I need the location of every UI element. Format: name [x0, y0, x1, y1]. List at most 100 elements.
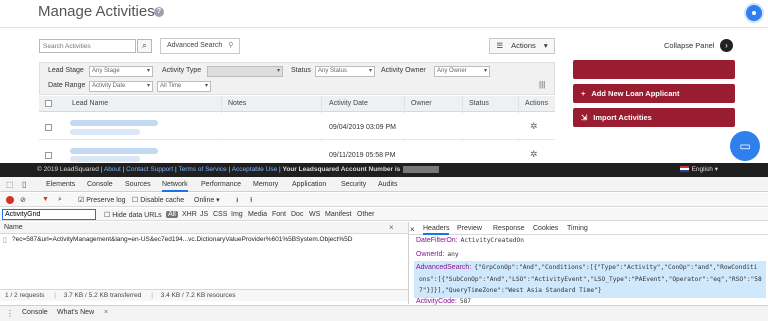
- table-row[interactable]: [39, 113, 555, 140]
- transferred-size: 3.7 KB / 5.2 KB transferred: [63, 292, 142, 299]
- tab-performance[interactable]: Performance: [201, 181, 241, 188]
- tab-preview[interactable]: Preview: [457, 225, 482, 232]
- activity-owner-select[interactable]: Any Owner: [434, 66, 490, 77]
- about-link[interactable]: About: [104, 166, 121, 173]
- inspect-icon[interactable]: ⬚: [6, 180, 14, 189]
- record-icon[interactable]: [6, 196, 14, 204]
- type-filter-other[interactable]: Other: [357, 211, 375, 218]
- activity-type-select[interactable]: [207, 66, 283, 77]
- lead-subtext: [70, 156, 140, 162]
- clear-icon[interactable]: ⊘: [20, 196, 26, 204]
- tab-headers[interactable]: Headers: [423, 225, 450, 235]
- tab-security[interactable]: Security: [341, 181, 366, 188]
- collapse-panel-label[interactable]: Collapse Panel: [664, 41, 714, 50]
- type-filter-xhr[interactable]: XHR: [182, 211, 197, 218]
- import-activities-button[interactable]: ⇲ Import Activities: [573, 108, 735, 127]
- col-activity-date[interactable]: Activity Date: [329, 100, 368, 107]
- right-panel-button[interactable]: [573, 60, 735, 79]
- import-icon: ⇲: [581, 113, 588, 122]
- close-icon[interactable]: ×: [389, 223, 394, 232]
- form-data-row: 7"}]}],"QueryTimeZone":"West Asia Standa…: [416, 287, 602, 294]
- import-har-icon[interactable]: ⭳: [236, 196, 238, 207]
- date-period-select[interactable]: All Time: [157, 81, 211, 92]
- drawer-menu-icon[interactable]: ⋮: [6, 309, 14, 318]
- actions-dropdown[interactable]: ☰ Actions ▾: [489, 38, 555, 54]
- tab-sources[interactable]: Sources: [125, 181, 151, 188]
- search-icon[interactable]: ⌕: [58, 196, 62, 204]
- tab-audits[interactable]: Audits: [378, 181, 397, 188]
- request-name[interactable]: ?ec=587&url=ActivityManagement&lang=en-U…: [12, 236, 352, 243]
- terms-link[interactable]: Terms of Service: [178, 166, 226, 173]
- form-key: DateFilterOn:: [416, 237, 458, 244]
- gear-icon[interactable]: ✲: [530, 149, 538, 160]
- activity-owner-label: Activity Owner: [381, 67, 426, 74]
- type-filter-js[interactable]: JS: [200, 211, 208, 218]
- disable-cache-checkbox[interactable]: ☐ Disable cache: [132, 196, 184, 204]
- select-all-checkbox[interactable]: [45, 100, 52, 107]
- type-filter-img[interactable]: Img: [231, 211, 243, 218]
- search-icon[interactable]: ⌕: [137, 39, 152, 53]
- advanced-search-button[interactable]: Advanced Search ⚲: [160, 38, 240, 54]
- chevron-right-icon[interactable]: ›: [720, 39, 733, 52]
- column-settings-icon[interactable]: |||: [539, 80, 545, 89]
- form-value: 587: [459, 298, 472, 305]
- type-filter-manifest[interactable]: Manifest: [325, 211, 351, 218]
- col-lead-name[interactable]: Lead Name: [72, 100, 108, 107]
- lead-stage-select[interactable]: Any Stage: [89, 66, 153, 77]
- status-select[interactable]: Any Status: [315, 66, 375, 77]
- tab-network[interactable]: Network: [162, 181, 188, 192]
- lead-name-link[interactable]: [70, 120, 158, 126]
- gear-icon[interactable]: ✲: [530, 121, 538, 132]
- form-data-row: AdvancedSearch: {"GrpConOp":"And","Condit…: [416, 264, 757, 271]
- activity-date-cell: 09/11/2019 05:58 PM: [329, 152, 396, 159]
- network-filter-input[interactable]: [2, 209, 96, 220]
- type-filter-doc[interactable]: Doc: [291, 211, 303, 218]
- close-detail-icon[interactable]: ×: [410, 225, 415, 234]
- form-key: AdvancedSearch:: [416, 264, 472, 271]
- language-label: English: [691, 166, 713, 173]
- add-loan-applicant-button[interactable]: + Add New Loan Applicant: [573, 84, 735, 103]
- drawer-tab-whats-new[interactable]: What's New: [57, 309, 94, 316]
- preserve-log-label: Preserve log: [86, 197, 126, 204]
- language-selector[interactable]: English ▾: [679, 163, 718, 177]
- lead-name-link[interactable]: [70, 148, 158, 154]
- close-drawer-icon[interactable]: ×: [104, 309, 108, 316]
- col-owner[interactable]: Owner: [411, 100, 432, 107]
- col-notes[interactable]: Notes: [228, 100, 246, 107]
- type-filter-media[interactable]: Media: [248, 211, 267, 218]
- row-checkbox[interactable]: [45, 124, 52, 131]
- hide-data-urls-checkbox[interactable]: ☐ Hide data URLs: [104, 211, 162, 219]
- help-icon[interactable]: ?: [154, 7, 164, 17]
- tab-cookies[interactable]: Cookies: [533, 225, 558, 232]
- date-range-select[interactable]: Activity Date: [89, 81, 153, 92]
- row-checkbox[interactable]: [45, 152, 52, 159]
- tab-response[interactable]: Response: [493, 225, 525, 232]
- device-toolbar-icon[interactable]: ▯: [22, 180, 26, 189]
- header-divider: [0, 27, 768, 28]
- tab-elements[interactable]: Elements: [46, 181, 75, 188]
- chat-icon[interactable]: ▭: [730, 131, 760, 161]
- search-activities-input[interactable]: [39, 39, 136, 53]
- col-status[interactable]: Status: [469, 100, 489, 107]
- throttle-select[interactable]: Online ▾: [194, 196, 220, 204]
- tab-console[interactable]: Console: [87, 181, 113, 188]
- profile-avatar-icon[interactable]: [744, 3, 764, 23]
- preserve-log-checkbox[interactable]: ☑ Preserve log: [78, 196, 126, 204]
- account-number-masked: [403, 165, 440, 173]
- filter-icon[interactable]: ▼: [42, 196, 49, 203]
- type-filter-ws[interactable]: WS: [309, 211, 320, 218]
- request-row[interactable]: ▯ ?ec=587&url=ActivityManagement&lang=en…: [0, 235, 408, 246]
- type-filter-all[interactable]: All: [166, 211, 178, 218]
- type-filter-css[interactable]: CSS: [213, 211, 227, 218]
- tab-memory[interactable]: Memory: [253, 181, 278, 188]
- name-column-header[interactable]: Name: [4, 224, 23, 231]
- advanced-search-label: Advanced Search: [167, 42, 223, 49]
- tab-timing[interactable]: Timing: [567, 225, 588, 232]
- contact-support-link[interactable]: Contact Support: [126, 166, 173, 173]
- drawer-tab-console[interactable]: Console: [22, 309, 48, 316]
- status-value: Any Status: [318, 68, 348, 74]
- acceptable-use-link[interactable]: Acceptable Use: [232, 166, 278, 173]
- tab-application[interactable]: Application: [292, 181, 326, 188]
- export-har-icon[interactable]: ⭱: [250, 196, 252, 207]
- type-filter-font[interactable]: Font: [272, 211, 286, 218]
